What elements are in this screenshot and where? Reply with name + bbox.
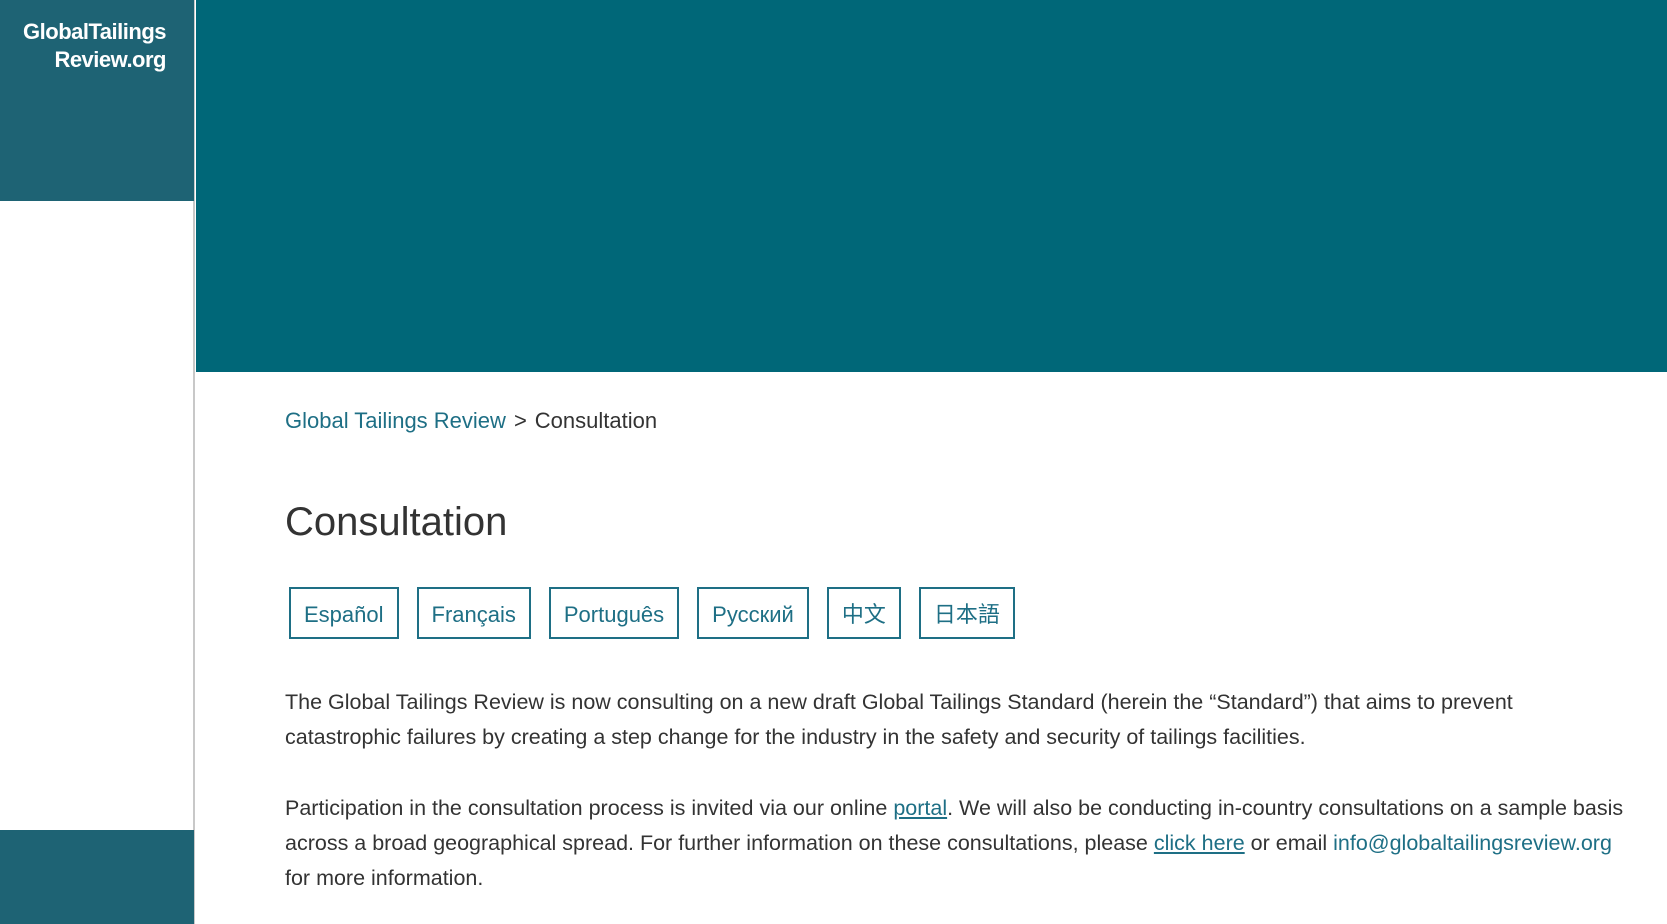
logo-block: GlobalTailings Review.org: [0, 0, 194, 201]
intro-paragraph: The Global Tailings Review is now consul…: [285, 690, 1513, 749]
logo-line-1: GlobalTailings: [23, 19, 166, 44]
participation-paragraph: Participation in the consultation proces…: [285, 791, 1630, 896]
breadcrumb-current: Consultation: [534, 408, 658, 433]
participation-text-3: or email: [1244, 831, 1334, 855]
participation-text-1: Participation in the consultation proces…: [285, 796, 894, 820]
breadcrumb-home-link[interactable]: Global Tailings Review: [285, 408, 506, 433]
click-here-link[interactable]: click here: [1154, 831, 1245, 855]
language-button-french[interactable]: Français: [416, 587, 531, 639]
language-button-russian[interactable]: Русский: [697, 587, 809, 639]
sidebar-bottom-block: [0, 830, 194, 924]
language-button-spanish[interactable]: Español: [289, 587, 399, 639]
breadcrumb: Global Tailings Review > Consultation: [285, 408, 657, 434]
language-selector: Español Français Português Русский 中文 日本…: [289, 587, 1015, 639]
page-title: Consultation: [285, 500, 508, 544]
language-button-portuguese[interactable]: Português: [548, 587, 680, 639]
participation-text-4: for more information.: [285, 866, 484, 890]
language-button-chinese[interactable]: 中文: [826, 587, 901, 639]
language-button-japanese[interactable]: 日本語: [918, 587, 1015, 639]
logo-line-2: Review.org: [54, 47, 166, 72]
portal-link[interactable]: portal: [893, 796, 947, 820]
breadcrumb-separator: >: [513, 408, 527, 433]
site-logo[interactable]: GlobalTailings Review.org: [23, 18, 166, 74]
hero-banner: [196, 0, 1667, 372]
sidebar: GlobalTailings Review.org: [0, 0, 195, 924]
email-link[interactable]: info@globaltailingsreview.org: [1333, 831, 1612, 855]
